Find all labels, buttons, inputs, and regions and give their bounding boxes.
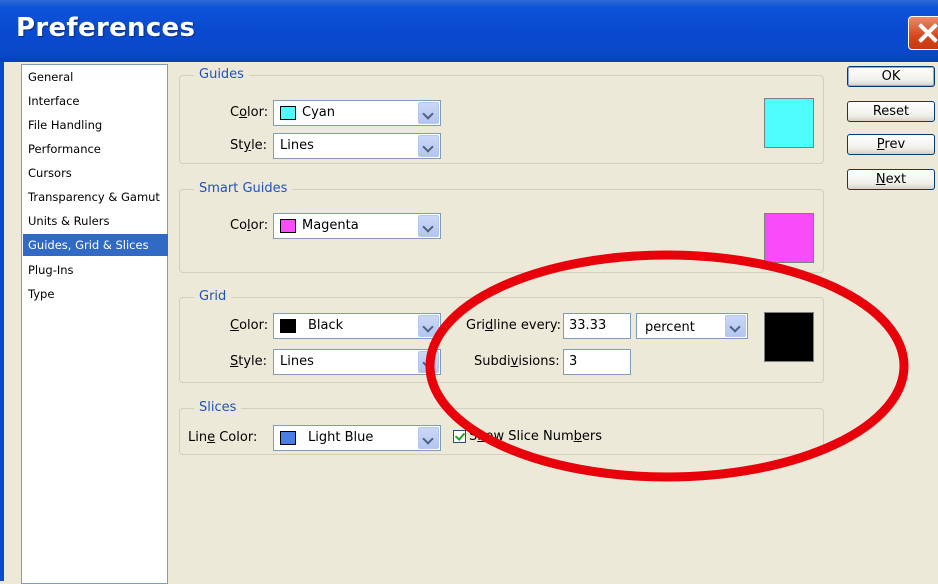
gridline-every-label: Gridline every: — [466, 318, 562, 333]
guides-style-label: Style: — [230, 138, 268, 153]
slices-line-color-label: Line Color: — [188, 430, 258, 445]
smart-guides-color-label: Color: — [230, 218, 269, 233]
guides-color-dropdown[interactable]: Cyan — [273, 100, 441, 126]
smart-guides-color-value: Magenta — [302, 218, 359, 233]
guides-group-title: Guides — [194, 67, 249, 83]
smart-guides-color-swatch — [280, 219, 296, 233]
smart-guides-group-title: Smart Guides — [194, 181, 293, 197]
guides-color-preview[interactable] — [764, 98, 814, 148]
grid-color-dropdown[interactable]: Black — [273, 313, 441, 339]
sidebar-item-cursors[interactable]: Cursors — [23, 162, 168, 184]
window-title: Preferences — [16, 13, 196, 43]
guides-style-dropdown[interactable]: Lines — [273, 133, 441, 159]
subdivisions-label: Subdivisions: — [474, 354, 560, 369]
sidebar-item-file-handling[interactable]: File Handling — [23, 114, 168, 136]
gridline-unit-value: percent — [645, 320, 695, 335]
prev-button[interactable]: Prev — [847, 134, 935, 155]
grid-style-dropdown[interactable]: Lines — [273, 349, 441, 375]
sidebar-item-units-rulers[interactable]: Units & Rulers — [23, 210, 168, 232]
gridline-unit-dropdown[interactable]: percent — [636, 313, 748, 339]
sidebar-item-transparency-gamut[interactable]: Transparency & Gamut — [23, 186, 168, 208]
grid-color-value: Black — [308, 318, 344, 333]
subdivisions-input[interactable]: 3 — [563, 349, 631, 375]
grid-group-title: Grid — [194, 289, 232, 305]
close-icon[interactable] — [908, 16, 938, 50]
slices-line-color-value: Light Blue — [308, 430, 374, 445]
show-slice-numbers-checkbox[interactable] — [453, 430, 466, 443]
chevron-down-icon[interactable] — [418, 351, 439, 373]
guides-color-value: Cyan — [302, 105, 335, 120]
reset-button[interactable]: Reset — [847, 101, 935, 122]
show-slice-numbers-label[interactable]: Show Slice Numbers — [469, 427, 602, 447]
grid-color-swatch — [280, 319, 296, 333]
grid-style-value: Lines — [280, 354, 314, 369]
smart-guides-color-preview[interactable] — [764, 213, 814, 263]
grid-color-label: Color: — [230, 318, 269, 333]
gridline-every-input[interactable]: 33.33 — [563, 313, 631, 339]
guides-color-swatch — [280, 106, 296, 120]
sidebar-item-interface[interactable]: Interface — [23, 90, 168, 112]
sidebar-item-type[interactable]: Type — [23, 283, 168, 305]
sidebar-item-plug-ins[interactable]: Plug-Ins — [23, 259, 168, 281]
grid-style-label: Style: — [230, 354, 268, 369]
guides-color-label: Color: — [230, 105, 269, 120]
title-bar: Preferences — [0, 0, 938, 62]
chevron-down-icon[interactable] — [418, 215, 439, 237]
slices-line-color-dropdown[interactable]: Light Blue — [273, 425, 441, 451]
sidebar-item-guides-grid-slices[interactable]: Guides, Grid & Slices — [23, 234, 168, 256]
smart-guides-color-dropdown[interactable]: Magenta — [273, 213, 441, 239]
slices-line-color-swatch — [280, 431, 296, 445]
chevron-down-icon[interactable] — [418, 427, 439, 449]
grid-color-preview[interactable] — [764, 312, 814, 362]
next-button[interactable]: Next — [847, 169, 935, 190]
window-frame-left — [0, 62, 4, 581]
guides-style-value: Lines — [280, 138, 314, 153]
chevron-down-icon[interactable] — [418, 315, 439, 337]
chevron-down-icon[interactable] — [418, 102, 439, 124]
sidebar-item-general[interactable]: General — [23, 66, 168, 88]
chevron-down-icon[interactable] — [418, 135, 439, 157]
slices-group-title: Slices — [194, 400, 242, 416]
chevron-down-icon[interactable] — [725, 315, 746, 337]
ok-button[interactable]: OK — [847, 66, 935, 87]
sidebar-item-performance[interactable]: Performance — [23, 138, 168, 160]
preferences-category-list[interactable]: General Interface File Handling Performa… — [21, 64, 168, 584]
